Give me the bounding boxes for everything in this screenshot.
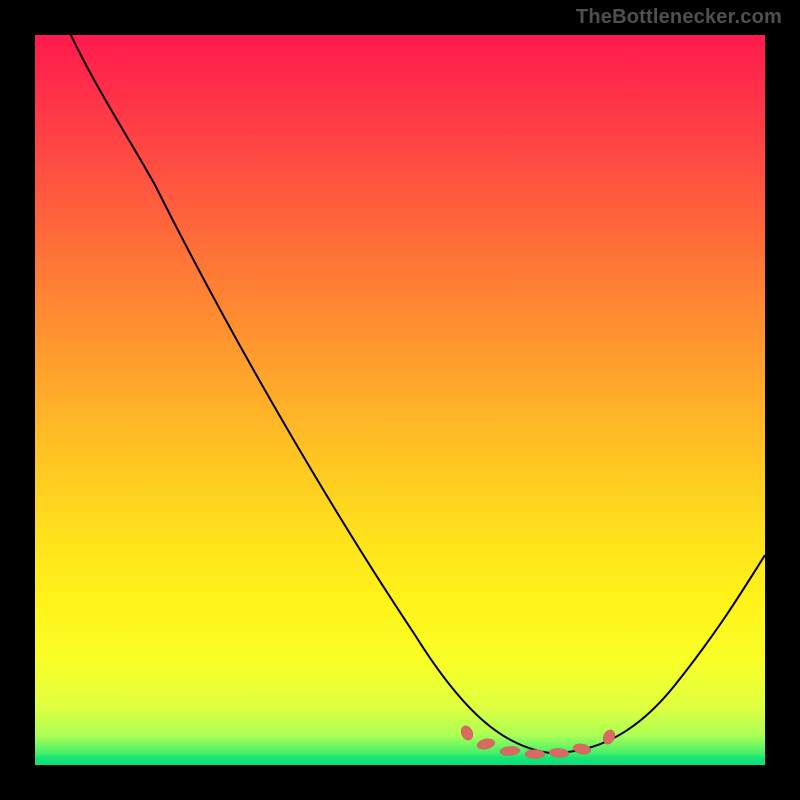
curve-marker (500, 746, 521, 756)
curve-layer (35, 35, 765, 765)
curve-marker (459, 724, 475, 742)
curve-marker (572, 743, 591, 756)
curve-markers (459, 724, 617, 759)
plot-area (35, 35, 765, 765)
watermark-text: TheBottlenecker.com (576, 6, 782, 29)
chart-stage: TheBottlenecker.com (0, 0, 800, 800)
curve-marker (476, 737, 496, 751)
curve-marker (525, 750, 545, 759)
curve-marker (549, 748, 570, 758)
bottleneck-curve (35, 35, 765, 753)
